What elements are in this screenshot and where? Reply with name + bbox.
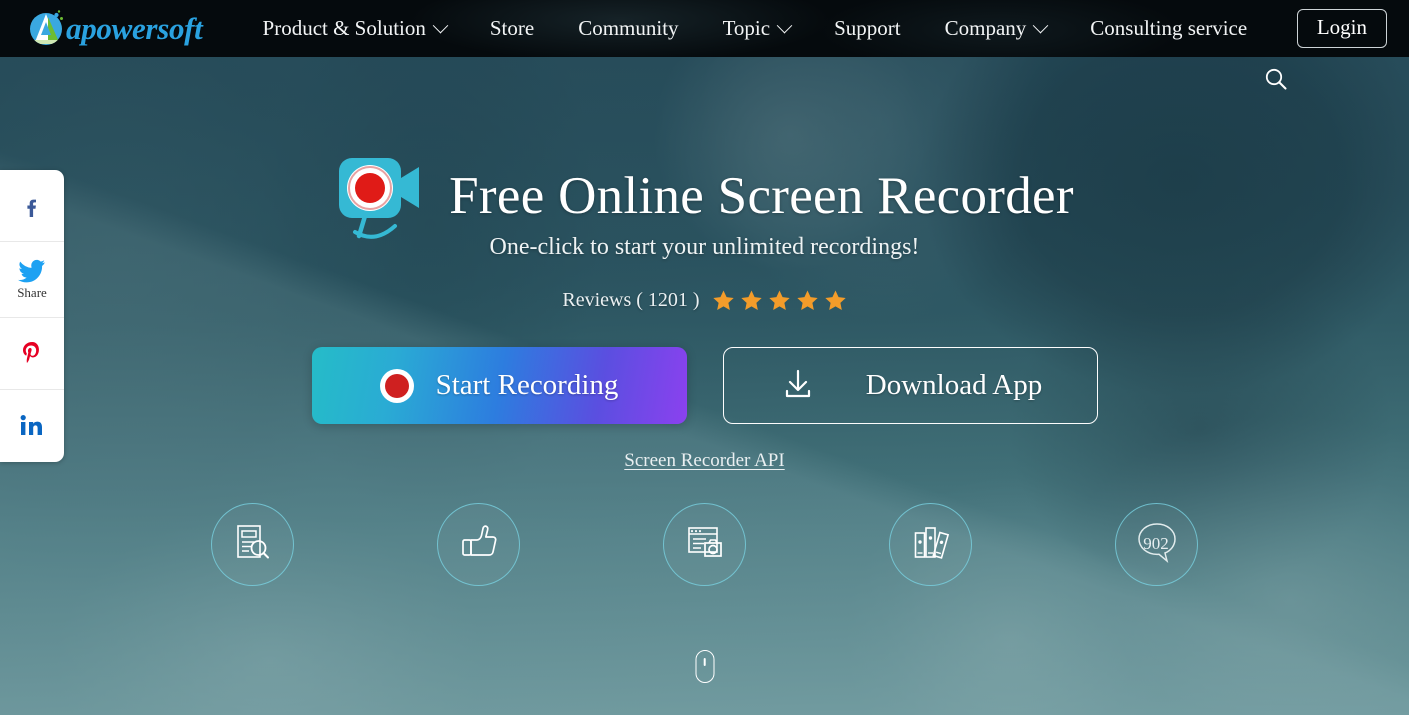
reviews-row: Reviews ( 1201 ) bbox=[0, 289, 1409, 312]
nav-item-product-solution[interactable]: Product & Solution bbox=[241, 16, 468, 41]
chevron-down-icon bbox=[1033, 17, 1049, 34]
feature-document-search[interactable] bbox=[211, 503, 294, 586]
nav-item-community[interactable]: Community bbox=[556, 16, 700, 41]
star-icon bbox=[712, 290, 734, 310]
top-navigation-bar: apowersoft Product & Solution Store Comm… bbox=[0, 0, 1409, 57]
share-linkedin-button[interactable] bbox=[0, 390, 64, 462]
nav-label: Consulting service bbox=[1090, 16, 1248, 40]
linkedin-icon bbox=[20, 415, 42, 435]
nav-label: Company bbox=[944, 16, 1027, 40]
feature-icons-row: 902 bbox=[0, 503, 1409, 586]
hero-subtitle: One-click to start your unlimited record… bbox=[489, 234, 920, 260]
browser-camera-icon bbox=[684, 521, 726, 568]
star-icon bbox=[796, 290, 818, 310]
star-icon bbox=[768, 290, 790, 310]
feature-speech-bubble[interactable]: 902 bbox=[1115, 503, 1198, 586]
reviews-count-label: Reviews ( 1201 ) bbox=[562, 289, 700, 311]
download-app-button[interactable]: Download App bbox=[722, 347, 1098, 424]
nav-item-consulting-service[interactable]: Consulting service bbox=[1068, 16, 1269, 41]
nav-label: Store bbox=[489, 16, 535, 40]
feature-thumbs-up[interactable] bbox=[437, 503, 520, 586]
feature-value: 902 bbox=[1143, 533, 1169, 553]
download-app-label: Download App bbox=[865, 369, 1043, 401]
api-link-wrap: Screen Recorder API bbox=[0, 450, 1409, 472]
chevron-down-icon bbox=[776, 17, 793, 34]
thumbs-up-icon bbox=[458, 521, 500, 568]
feature-browser-camera[interactable] bbox=[663, 503, 746, 586]
brand-logo[interactable]: apowersoft bbox=[26, 9, 203, 49]
feature-books[interactable] bbox=[889, 503, 972, 586]
download-icon bbox=[778, 364, 818, 407]
share-label: Share bbox=[17, 284, 47, 300]
pinterest-icon bbox=[23, 341, 39, 363]
mouse-scroll-icon[interactable] bbox=[695, 650, 714, 683]
record-dot-icon bbox=[379, 368, 414, 403]
twitter-icon bbox=[18, 259, 45, 282]
search-icon[interactable] bbox=[1263, 66, 1289, 92]
page-root: apowersoft Product & Solution Store Comm… bbox=[0, 0, 1409, 715]
hero-title-row: Free Online Screen Recorder bbox=[0, 150, 1409, 242]
star-icon bbox=[740, 290, 762, 310]
brand-name: apowersoft bbox=[66, 10, 203, 46]
books-icon bbox=[910, 521, 952, 568]
start-recording-label: Start Recording bbox=[435, 369, 619, 401]
nav-links: Product & Solution Store Community Topic… bbox=[241, 16, 1270, 41]
nav-item-store[interactable]: Store bbox=[468, 16, 556, 41]
apowersoft-logo-icon bbox=[26, 9, 70, 49]
page-title: Free Online Screen Recorder bbox=[449, 167, 1074, 225]
start-recording-button[interactable]: Start Recording bbox=[311, 347, 687, 424]
nav-item-company[interactable]: Company bbox=[923, 16, 1069, 41]
share-pinterest-button[interactable] bbox=[0, 318, 64, 390]
nav-label: Topic bbox=[722, 16, 771, 40]
nav-item-support[interactable]: Support bbox=[812, 16, 923, 41]
nav-label: Community bbox=[578, 16, 679, 40]
login-button[interactable]: Login bbox=[1296, 9, 1387, 48]
nav-label: Support bbox=[834, 16, 901, 40]
share-facebook-button[interactable] bbox=[0, 170, 64, 242]
chevron-down-icon bbox=[432, 17, 449, 34]
nav-label: Product & Solution bbox=[262, 16, 426, 40]
nav-item-topic[interactable]: Topic bbox=[701, 16, 813, 41]
cta-row: Start Recording Download App bbox=[0, 347, 1409, 424]
share-twitter-button[interactable]: Share bbox=[0, 242, 64, 318]
star-icon bbox=[824, 290, 846, 310]
facebook-icon bbox=[27, 199, 36, 217]
document-search-icon bbox=[232, 521, 274, 568]
video-camera-record-icon bbox=[335, 150, 423, 242]
screen-recorder-api-link[interactable]: Screen Recorder API bbox=[624, 450, 784, 471]
social-share-rail: Share bbox=[0, 170, 64, 462]
rating-stars bbox=[712, 289, 847, 312]
